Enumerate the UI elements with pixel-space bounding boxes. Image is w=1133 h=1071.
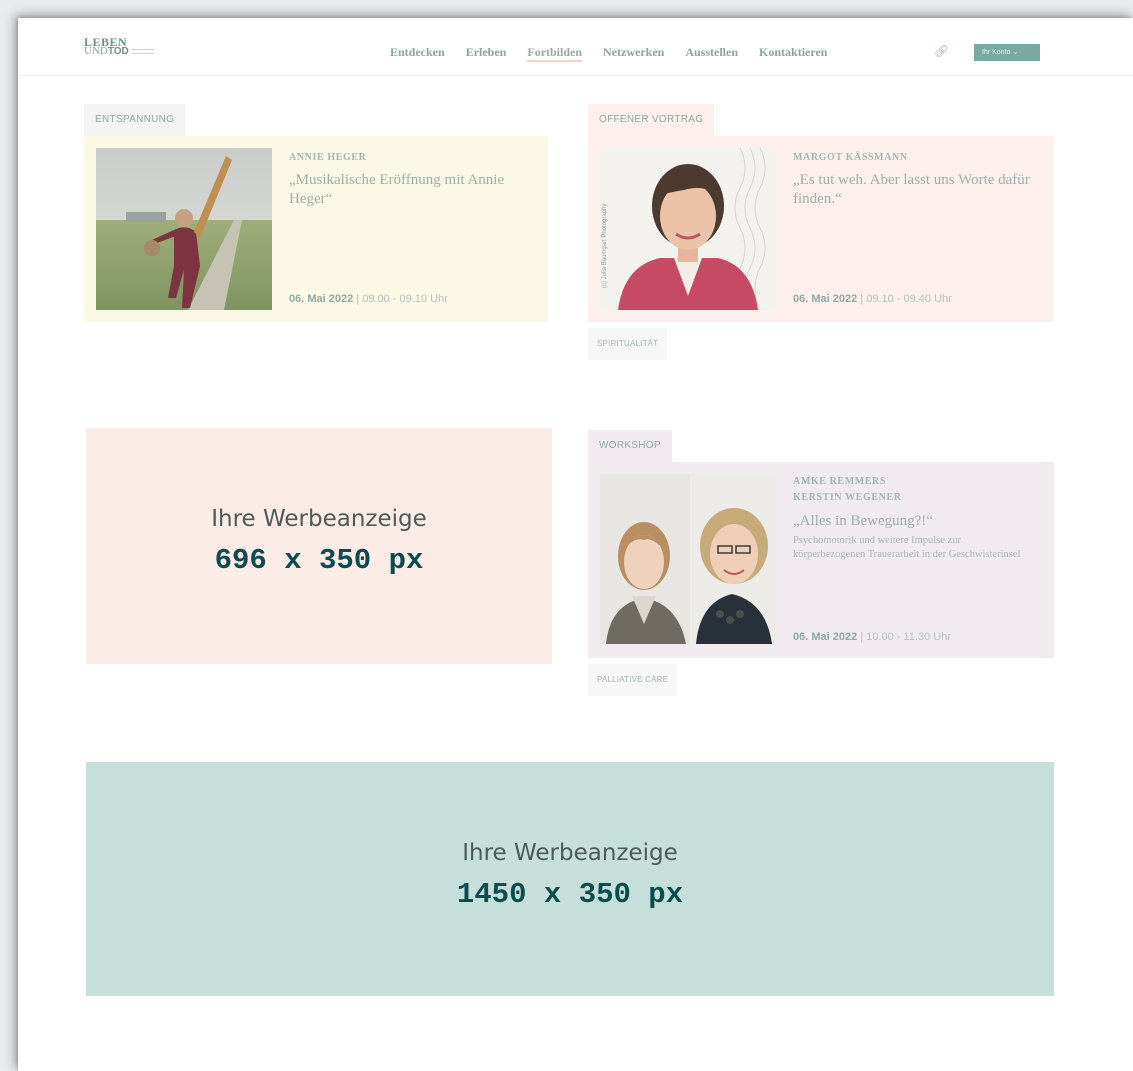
event-date: 06. Mai 2022 bbox=[793, 293, 858, 305]
main-navigation: Entdecken Erleben Fortbilden Netzwerken … bbox=[390, 45, 848, 62]
category-tab-entspannung[interactable]: ENTSPANNUNG bbox=[84, 104, 186, 136]
logo-text-und: UND bbox=[84, 45, 108, 57]
photo-credit: (c) Julia Baumgart Photography bbox=[602, 204, 608, 288]
nav-item-netzwerken[interactable]: Netzwerken bbox=[603, 45, 664, 62]
event-card-alles-in-bewegung[interactable]: AMKE REMMERS KERSTIN WEGENER „Alles in B… bbox=[588, 462, 1054, 658]
site-logo[interactable]: LEBEN UNDTOD bbox=[84, 36, 154, 57]
ad-placeholder-wide[interactable]: Ihre Werbeanzeige 1450 x 350 px bbox=[86, 762, 1054, 996]
event-time: | 09.10 - 09.40 Uhr bbox=[860, 293, 952, 305]
event-time: | 10.00 - 11.30 Uhr bbox=[860, 631, 951, 643]
event-date: 06. Mai 2022 bbox=[289, 293, 354, 305]
nav-item-kontaktieren[interactable]: Kontaktieren bbox=[759, 45, 827, 62]
event-time: | 09.00 - 09.10 Uhr bbox=[356, 293, 448, 305]
nav-item-erleben[interactable]: Erleben bbox=[466, 45, 507, 62]
nav-item-fortbilden[interactable]: Fortbilden bbox=[527, 45, 583, 62]
tag-palliative-care[interactable]: PALLIATIVE CARE bbox=[588, 664, 678, 696]
logo-tagline-decoration bbox=[131, 48, 154, 54]
ad-label: Ihre Werbeanzeige bbox=[211, 506, 427, 532]
event-date: 06. Mai 2022 bbox=[793, 631, 858, 643]
event-datetime: 06. Mai 2022 | 09.00 - 09.10 Uhr bbox=[289, 293, 448, 305]
event-photo-annie-heger bbox=[96, 148, 272, 310]
tag-spiritualitaet[interactable]: SPIRITUALITÄT bbox=[588, 328, 668, 360]
ad-size: 1450 x 350 px bbox=[456, 878, 684, 911]
speaker-name: MARGOT KÄSSMANN bbox=[793, 152, 908, 163]
event-datetime: 06. Mai 2022 | 09.10 - 09.40 Uhr bbox=[793, 293, 952, 305]
event-description: Psychomotorik und weitere Impulse zur kö… bbox=[793, 535, 1021, 560]
site-header: LEBEN UNDTOD Entdecken Erleben Fortbilde… bbox=[18, 18, 1133, 76]
event-card-margot-kassmann[interactable]: (c) Julia Baumgart Photography MARGOT KÄ… bbox=[588, 136, 1054, 322]
ad-label: Ihre Werbeanzeige bbox=[462, 840, 678, 866]
event-photo-margot-kassmann: (c) Julia Baumgart Photography bbox=[600, 148, 776, 310]
nav-item-entdecken[interactable]: Entdecken bbox=[390, 45, 445, 62]
category-tab-offener-vortrag[interactable]: OFFENER VORTRAG bbox=[588, 104, 715, 136]
speaker-name: ANNIE HEGER bbox=[289, 152, 367, 163]
nav-item-ausstellen[interactable]: Ausstellen bbox=[685, 45, 738, 62]
link-icon[interactable]: 🔗︎ bbox=[934, 44, 949, 58]
page-frame: LEBEN UNDTOD Entdecken Erleben Fortbilde… bbox=[18, 18, 1133, 1071]
event-title[interactable]: „Es tut weh. Aber lasst uns Worte dafür … bbox=[793, 171, 1033, 209]
event-photo-workshop bbox=[600, 474, 776, 644]
event-card-annie-heger[interactable]: ANNIE HEGER „Musikalische Eröffnung mit … bbox=[84, 136, 548, 322]
ad-placeholder-small[interactable]: Ihre Werbeanzeige 696 x 350 px bbox=[86, 428, 552, 664]
event-title[interactable]: „Musikalische Eröffnung mit Annie Heger“ bbox=[289, 171, 539, 209]
speaker-name: AMKE REMMERS bbox=[793, 476, 887, 487]
event-datetime: 06. Mai 2022 | 10.00 - 11.30 Uhr bbox=[793, 631, 951, 643]
category-tab-workshop[interactable]: WORKSHOP bbox=[588, 430, 672, 462]
logo-text-tod: TOD bbox=[107, 46, 129, 57]
speaker-name: KERSTIN WEGENER bbox=[793, 492, 902, 503]
logo-text-bottom: UNDTOD bbox=[84, 45, 154, 57]
event-title[interactable]: „Alles in Bewegung?!“ bbox=[793, 512, 1033, 531]
ad-size: 696 x 350 px bbox=[214, 544, 424, 577]
account-button[interactable]: Ihr Konto ⌄ bbox=[974, 44, 1040, 61]
